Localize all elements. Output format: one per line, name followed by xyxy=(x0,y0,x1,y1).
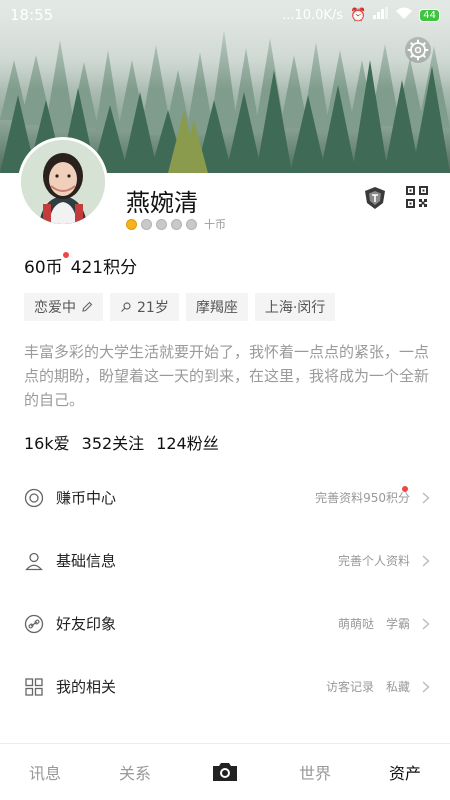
tab-world[interactable]: 世界 xyxy=(270,760,360,784)
level-dot xyxy=(171,218,182,230)
menu-title: 我的相关 xyxy=(56,678,117,696)
chevron-right-icon xyxy=(422,680,430,693)
level-indicator: 十币 xyxy=(126,216,226,232)
tag-location[interactable]: 上海·闵行 xyxy=(254,293,336,321)
level-label: 十币 xyxy=(204,218,226,231)
menu-title: 好友印象 xyxy=(56,615,117,633)
profile-menu: 赚币中心 完善资料950积分 基础信息 完善个人资料 好友印象 萌萌哒 学霸 我… xyxy=(0,466,450,718)
avatar-image xyxy=(21,140,105,224)
menu-title: 基础信息 xyxy=(56,552,117,570)
notification-dot xyxy=(62,252,69,258)
grid-icon xyxy=(25,677,43,696)
menu-item-basic-info[interactable]: 基础信息 完善个人资料 xyxy=(0,529,450,592)
tag-label: 恋爱中 xyxy=(34,300,76,316)
tab-messages[interactable]: 讯息 xyxy=(0,760,90,784)
chevron-right-icon xyxy=(422,554,430,567)
menu-item-earn-coins[interactable]: 赚币中心 完善资料950积分 xyxy=(0,466,450,529)
qr-code-button[interactable] xyxy=(405,185,429,209)
chevron-right-icon xyxy=(422,617,430,630)
avatar[interactable] xyxy=(18,137,108,227)
menu-hint: 完善资料950积分 xyxy=(315,491,410,505)
menu-hint: 访客记录 xyxy=(325,680,374,694)
network-speed: ...10.0K/s xyxy=(282,7,344,23)
status-bar: 18:55 ...10.0K/s ⏰ 44 xyxy=(0,0,450,30)
signal-icon xyxy=(373,7,389,23)
profile-name: 燕婉清 xyxy=(126,189,198,217)
menu-hint: 私藏 xyxy=(385,680,410,694)
points-count[interactable]: 421积分 xyxy=(71,253,137,278)
link-icon xyxy=(24,614,44,633)
menu-item-friend-impression[interactable]: 好友印象 萌萌哒 学霸 xyxy=(0,592,450,655)
bottom-tab-bar: 讯息 关系 世界 资产 xyxy=(0,743,450,800)
badge-button[interactable] xyxy=(362,185,388,211)
chevron-right-icon xyxy=(422,491,430,504)
tag-relationship[interactable]: 恋爱中 xyxy=(24,293,103,321)
gear-icon xyxy=(405,37,431,63)
level-dot-active xyxy=(126,218,137,230)
social-stats: 16k爱 352关注 124粉丝 xyxy=(24,430,219,454)
notification-dot xyxy=(402,486,408,492)
qr-code-icon xyxy=(406,186,428,208)
tag-label: 21岁 xyxy=(137,300,169,316)
tag-label: 摩羯座 xyxy=(195,300,238,316)
tab-relations[interactable]: 关系 xyxy=(90,760,180,784)
level-dot xyxy=(186,218,197,230)
coins-label: 60币 xyxy=(24,258,63,278)
level-dot xyxy=(156,218,167,230)
fans-count[interactable]: 124粉丝 xyxy=(156,430,219,454)
target-icon xyxy=(24,488,44,507)
pencil-icon xyxy=(82,301,93,312)
tab-assets[interactable]: 资产 xyxy=(360,760,450,784)
menu-item-my-related[interactable]: 我的相关 访客记录 私藏 xyxy=(0,655,450,718)
tab-camera[interactable] xyxy=(180,760,270,784)
wallet-summary: 60币 421积分 xyxy=(24,252,137,278)
wifi-icon xyxy=(396,7,413,23)
menu-hint: 萌萌哒 xyxy=(337,617,374,631)
battery-indicator: 44 xyxy=(419,8,440,22)
shield-icon xyxy=(365,187,385,209)
settings-button[interactable] xyxy=(404,36,432,64)
profile-bio: 丰富多彩的大学生活就要开始了，我怀着一点点的紧张，一点点的期盼，盼望着这一天的到… xyxy=(24,343,430,409)
status-time: 18:55 xyxy=(10,6,54,24)
following-count[interactable]: 352关注 xyxy=(82,430,145,454)
profile-tags: 恋爱中 21岁 摩羯座 上海·闵行 xyxy=(24,293,336,321)
level-dot xyxy=(141,218,152,230)
person-icon xyxy=(25,552,43,570)
menu-title: 赚币中心 xyxy=(56,489,117,507)
coins-count[interactable]: 60币 xyxy=(24,252,69,278)
tag-age[interactable]: 21岁 xyxy=(110,293,179,321)
menu-hint: 完善个人资料 xyxy=(337,554,410,568)
tag-zodiac[interactable]: 摩羯座 xyxy=(185,293,248,321)
likes-count[interactable]: 16k爱 xyxy=(24,430,70,454)
camera-icon xyxy=(213,763,237,781)
alarm-icon: ⏰ xyxy=(350,7,367,23)
menu-hint: 学霸 xyxy=(385,617,410,631)
tag-label: 上海·闵行 xyxy=(264,300,326,316)
gender-icon xyxy=(121,302,131,312)
